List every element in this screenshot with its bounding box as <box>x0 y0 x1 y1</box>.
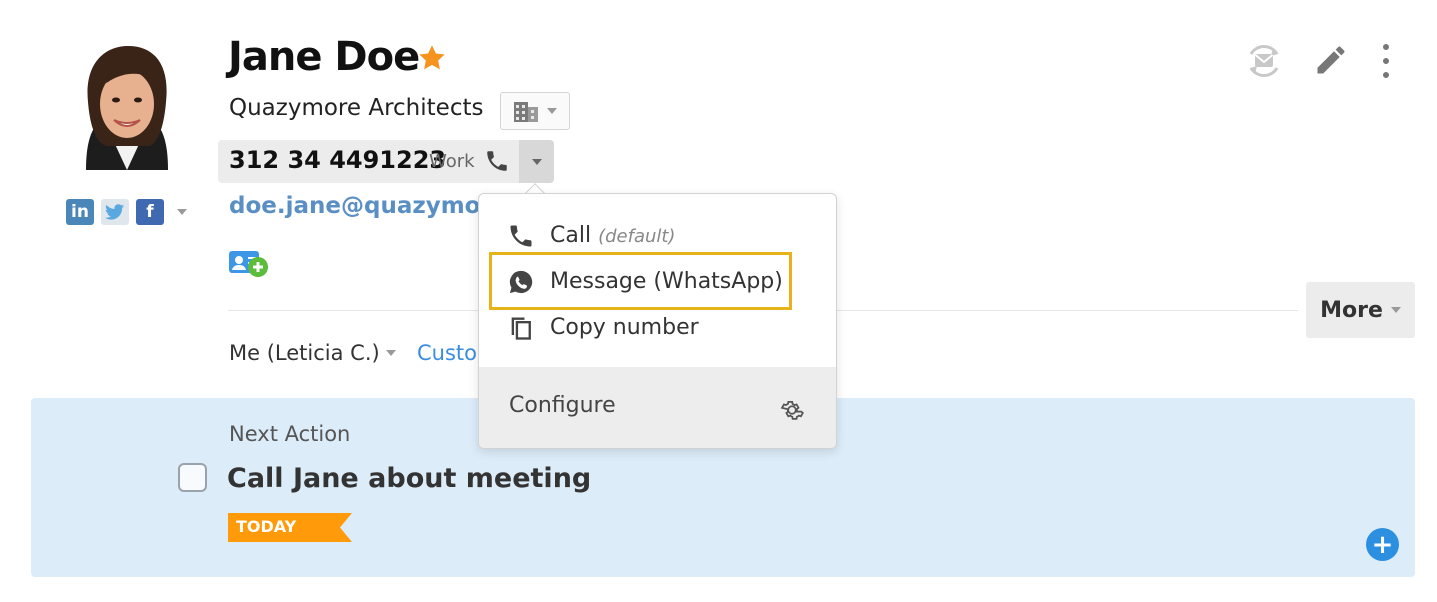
contact-avatar <box>66 42 188 170</box>
chevron-down-icon <box>531 158 542 165</box>
gear-icon[interactable] <box>779 397 805 423</box>
more-button[interactable]: More <box>1306 282 1415 338</box>
next-action-label: Next Action <box>229 422 351 446</box>
today-badge-label: TODAY <box>236 517 297 536</box>
chevron-down-icon <box>547 108 557 114</box>
linkedin-icon[interactable]: in <box>66 199 94 225</box>
copy-icon <box>511 317 531 340</box>
phone-actions-menu: Call (default) Message (WhatsApp) Copy n… <box>478 193 837 449</box>
phone-icon[interactable] <box>484 148 510 174</box>
next-action-checkbox[interactable] <box>178 463 207 492</box>
whatsapp-highlight-box <box>489 252 792 310</box>
building-icon <box>514 102 538 122</box>
company-dropdown-button[interactable] <box>500 92 570 130</box>
phone-actions-dropdown-button[interactable] <box>519 140 554 183</box>
chevron-down-icon <box>1390 307 1401 313</box>
menu-item-copy-number[interactable]: Copy number <box>479 304 836 350</box>
email-link[interactable]: doe.jane@quazymore. <box>229 193 479 219</box>
next-action-title[interactable]: Call Jane about meeting <box>227 463 591 494</box>
kebab-menu-icon[interactable] <box>1375 44 1397 78</box>
social-more-caret-icon[interactable] <box>177 209 187 215</box>
phone-number[interactable]: 312 34 4491223 <box>229 146 446 174</box>
menu-configure-label: Configure <box>509 393 616 418</box>
menu-item-call-label: Call <box>550 222 592 248</box>
menu-item-copy-label: Copy number <box>550 314 699 340</box>
menu-item-call-hint: (default) <box>598 225 676 247</box>
menu-configure[interactable]: Configure <box>479 367 836 448</box>
social-links: in f <box>66 199 187 225</box>
chevron-down-icon <box>385 350 396 356</box>
owner-dropdown[interactable]: Me (Leticia C.) <box>229 341 396 365</box>
phone-type-label: Work <box>429 151 475 172</box>
facebook-icon[interactable]: f <box>136 199 164 225</box>
company-name[interactable]: Quazymore Architects <box>229 95 483 121</box>
twitter-icon[interactable] <box>101 199 129 225</box>
edit-pencil-icon[interactable] <box>1313 42 1349 78</box>
add-action-plus-icon[interactable]: + <box>1366 528 1399 561</box>
contact-name: Jane Doe <box>228 34 420 80</box>
add-contact-card-icon[interactable] <box>228 249 270 279</box>
owner-label: Me (Leticia C.) <box>229 341 380 365</box>
phone-icon <box>510 225 532 247</box>
custom-fields-link[interactable]: Custo <box>417 341 479 365</box>
favorite-star-icon[interactable] <box>416 42 448 74</box>
email-sync-icon[interactable] <box>1243 40 1285 82</box>
more-button-label: More <box>1320 297 1383 323</box>
